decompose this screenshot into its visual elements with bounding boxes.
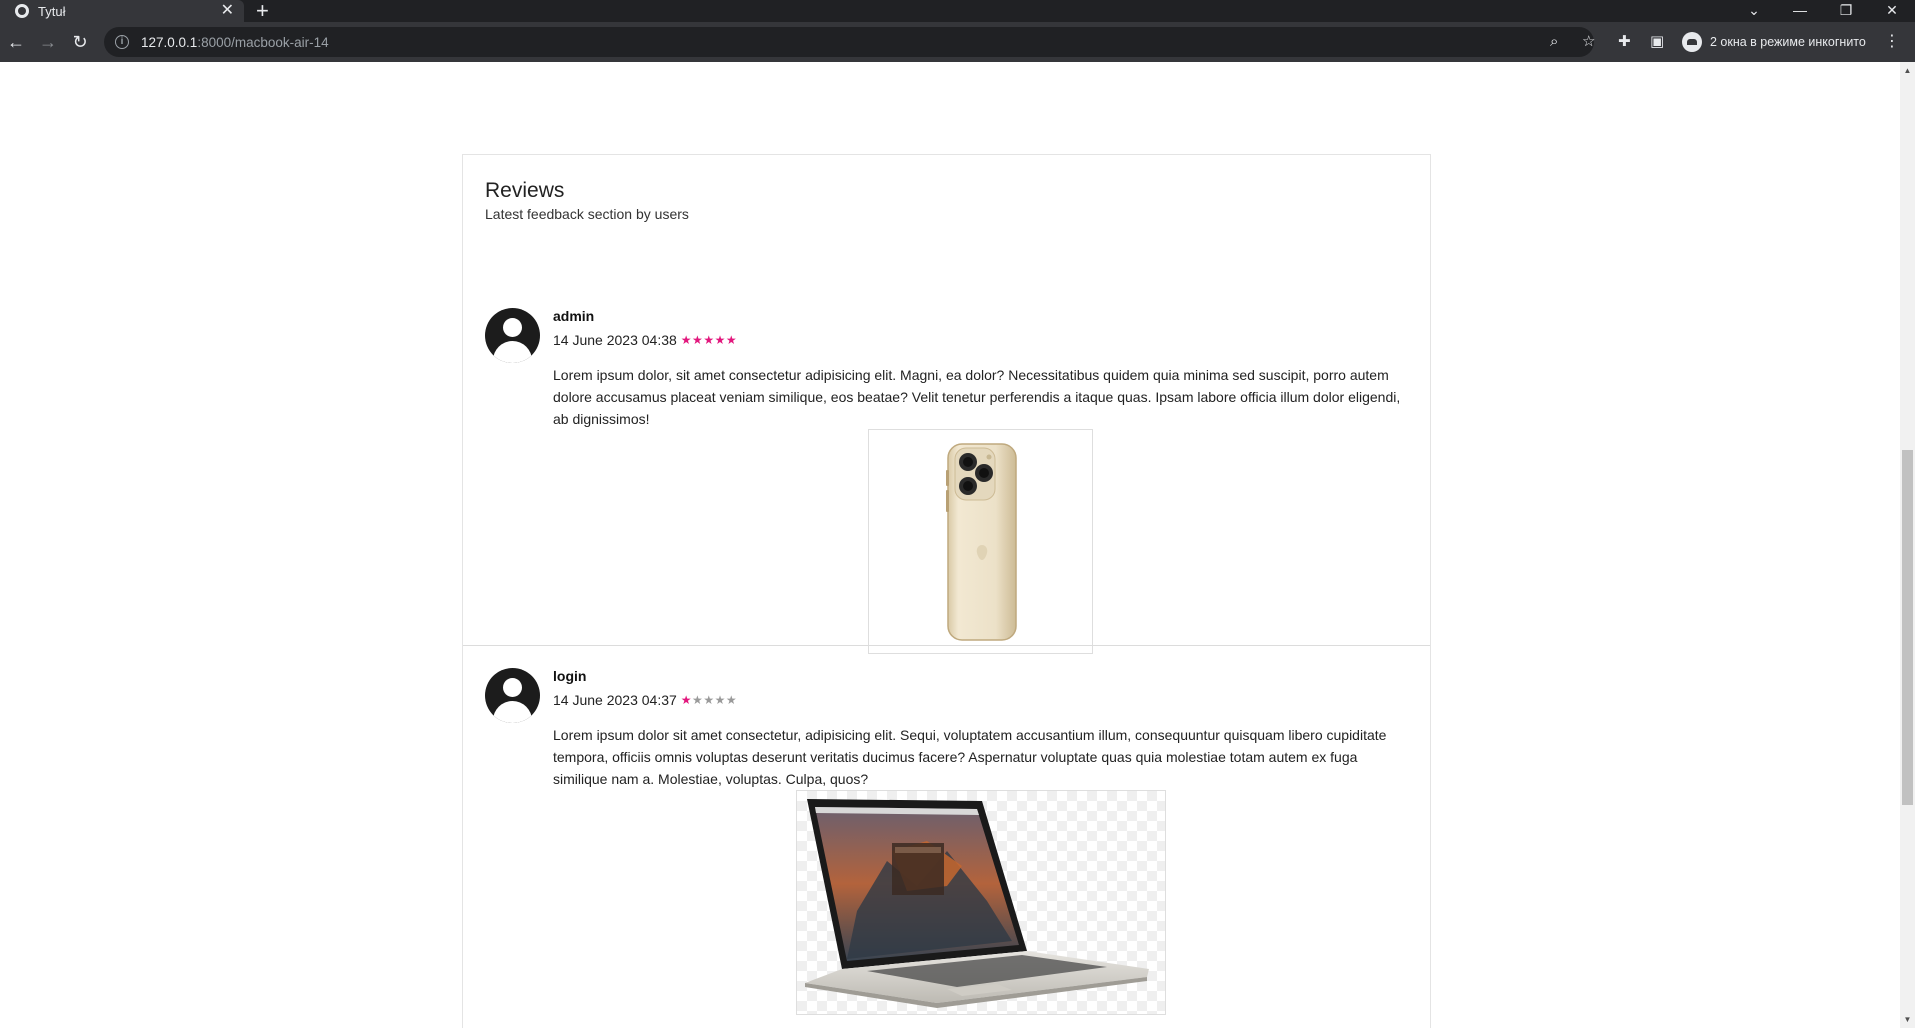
star-filled-icon: ★ [680, 693, 693, 707]
review-item: login 14 June 2023 04:37 ★★★★★ Lorem ips… [463, 645, 1430, 1015]
review-text: Lorem ipsum dolor, sit amet consectetur … [553, 367, 1401, 427]
star-filled-icon: ★ [703, 333, 715, 347]
browser-menu-icon[interactable]: ⋮ [1884, 31, 1900, 53]
tab-strip: Tytuł ✕ + ⌄ — ❐ ✕ [0, 0, 1915, 22]
side-panel-icon[interactable]: ▣ [1650, 32, 1664, 52]
review-meta: admin 14 June 2023 04:38 ★★★★★ [553, 308, 737, 348]
tab-title: Tytuł [38, 3, 66, 19]
star-filled-icon: ★ [680, 333, 693, 347]
close-tab-icon[interactable]: ✕ [221, 1, 234, 21]
extensions-icon[interactable]: ✚ [1618, 32, 1631, 52]
page-viewport: Reviews Latest feedback section by users… [0, 62, 1900, 1028]
user-avatar-icon [485, 308, 540, 363]
review-date: 14 June 2023 04:37 [553, 692, 677, 708]
star-empty-icon: ★ [692, 693, 704, 707]
browser-toolbar: ← → ↻ i 127.0.0.1:8000/macbook-air-14 ⌕ … [0, 22, 1915, 62]
reviewer-name: login [553, 668, 587, 684]
scroll-down-icon[interactable]: ▼ [1900, 1015, 1915, 1024]
rating-stars: ★★★★★ [681, 693, 737, 707]
user-avatar-icon [485, 668, 540, 723]
tab-search-icon[interactable]: ⌄ [1734, 0, 1774, 22]
gold-phone-image [868, 429, 1093, 654]
review-date-row: 14 June 2023 04:37 ★★★★★ [553, 692, 737, 708]
review-date: 14 June 2023 04:38 [553, 332, 677, 348]
star-filled-icon: ★ [714, 333, 726, 347]
review-meta: login 14 June 2023 04:37 ★★★★★ [553, 668, 737, 708]
rating-stars: ★★★★★ [681, 333, 737, 347]
review-date-row: 14 June 2023 04:38 ★★★★★ [553, 332, 737, 348]
star-filled-icon: ★ [692, 333, 704, 347]
star-empty-icon: ★ [714, 693, 726, 707]
url-host: 127.0.0.1 [141, 34, 198, 50]
scrollbar-thumb[interactable] [1902, 450, 1913, 805]
zoom-icon[interactable]: ⌕ [1550, 33, 1558, 51]
reviews-subtitle: Latest feedback section by users [485, 206, 689, 222]
star-empty-icon: ★ [703, 693, 715, 707]
url-path: :8000/macbook-air-14 [197, 34, 329, 50]
reload-button[interactable]: ↻ [68, 30, 92, 54]
minimize-button[interactable]: — [1780, 0, 1820, 22]
url-text: 127.0.0.1:8000/macbook-air-14 [141, 35, 329, 50]
incognito-indicator[interactable]: 2 окна в режиме инкогнито [1682, 32, 1866, 52]
incognito-icon [1682, 32, 1702, 52]
site-info-icon[interactable]: i [115, 35, 129, 49]
forward-button[interactable]: → [36, 30, 60, 54]
laptop-image [796, 790, 1166, 1015]
globe-icon [15, 4, 29, 18]
address-bar[interactable]: i 127.0.0.1:8000/macbook-air-14 ⌕ ☆ [104, 27, 1595, 57]
scroll-up-icon[interactable]: ▲ [1900, 66, 1915, 75]
restore-button[interactable]: ❐ [1826, 0, 1866, 22]
new-tab-button[interactable]: + [256, 0, 269, 22]
reviewer-name: admin [553, 308, 595, 324]
browser-tab[interactable]: Tytuł ✕ [0, 0, 244, 22]
review-text: Lorem ipsum dolor sit amet consectetur, … [553, 727, 1387, 787]
back-button[interactable]: ← [4, 30, 28, 54]
close-window-button[interactable]: ✕ [1872, 0, 1912, 22]
star-empty-icon: ★ [725, 693, 738, 707]
reviews-card: Reviews Latest feedback section by users… [462, 154, 1431, 1028]
bookmark-star-icon[interactable]: ☆ [1582, 33, 1595, 51]
page-scrollbar[interactable]: ▲ ▼ [1900, 62, 1915, 1028]
browser-window: Tytuł ✕ + ⌄ — ❐ ✕ ← → ↻ i 127.0.0.1:8000… [0, 0, 1915, 1028]
star-filled-icon: ★ [725, 333, 738, 347]
reviews-title: Reviews [485, 179, 565, 202]
incognito-label: 2 окна в режиме инкогнито [1710, 35, 1866, 49]
reviews-header: Reviews Latest feedback section by users [463, 155, 1430, 222]
